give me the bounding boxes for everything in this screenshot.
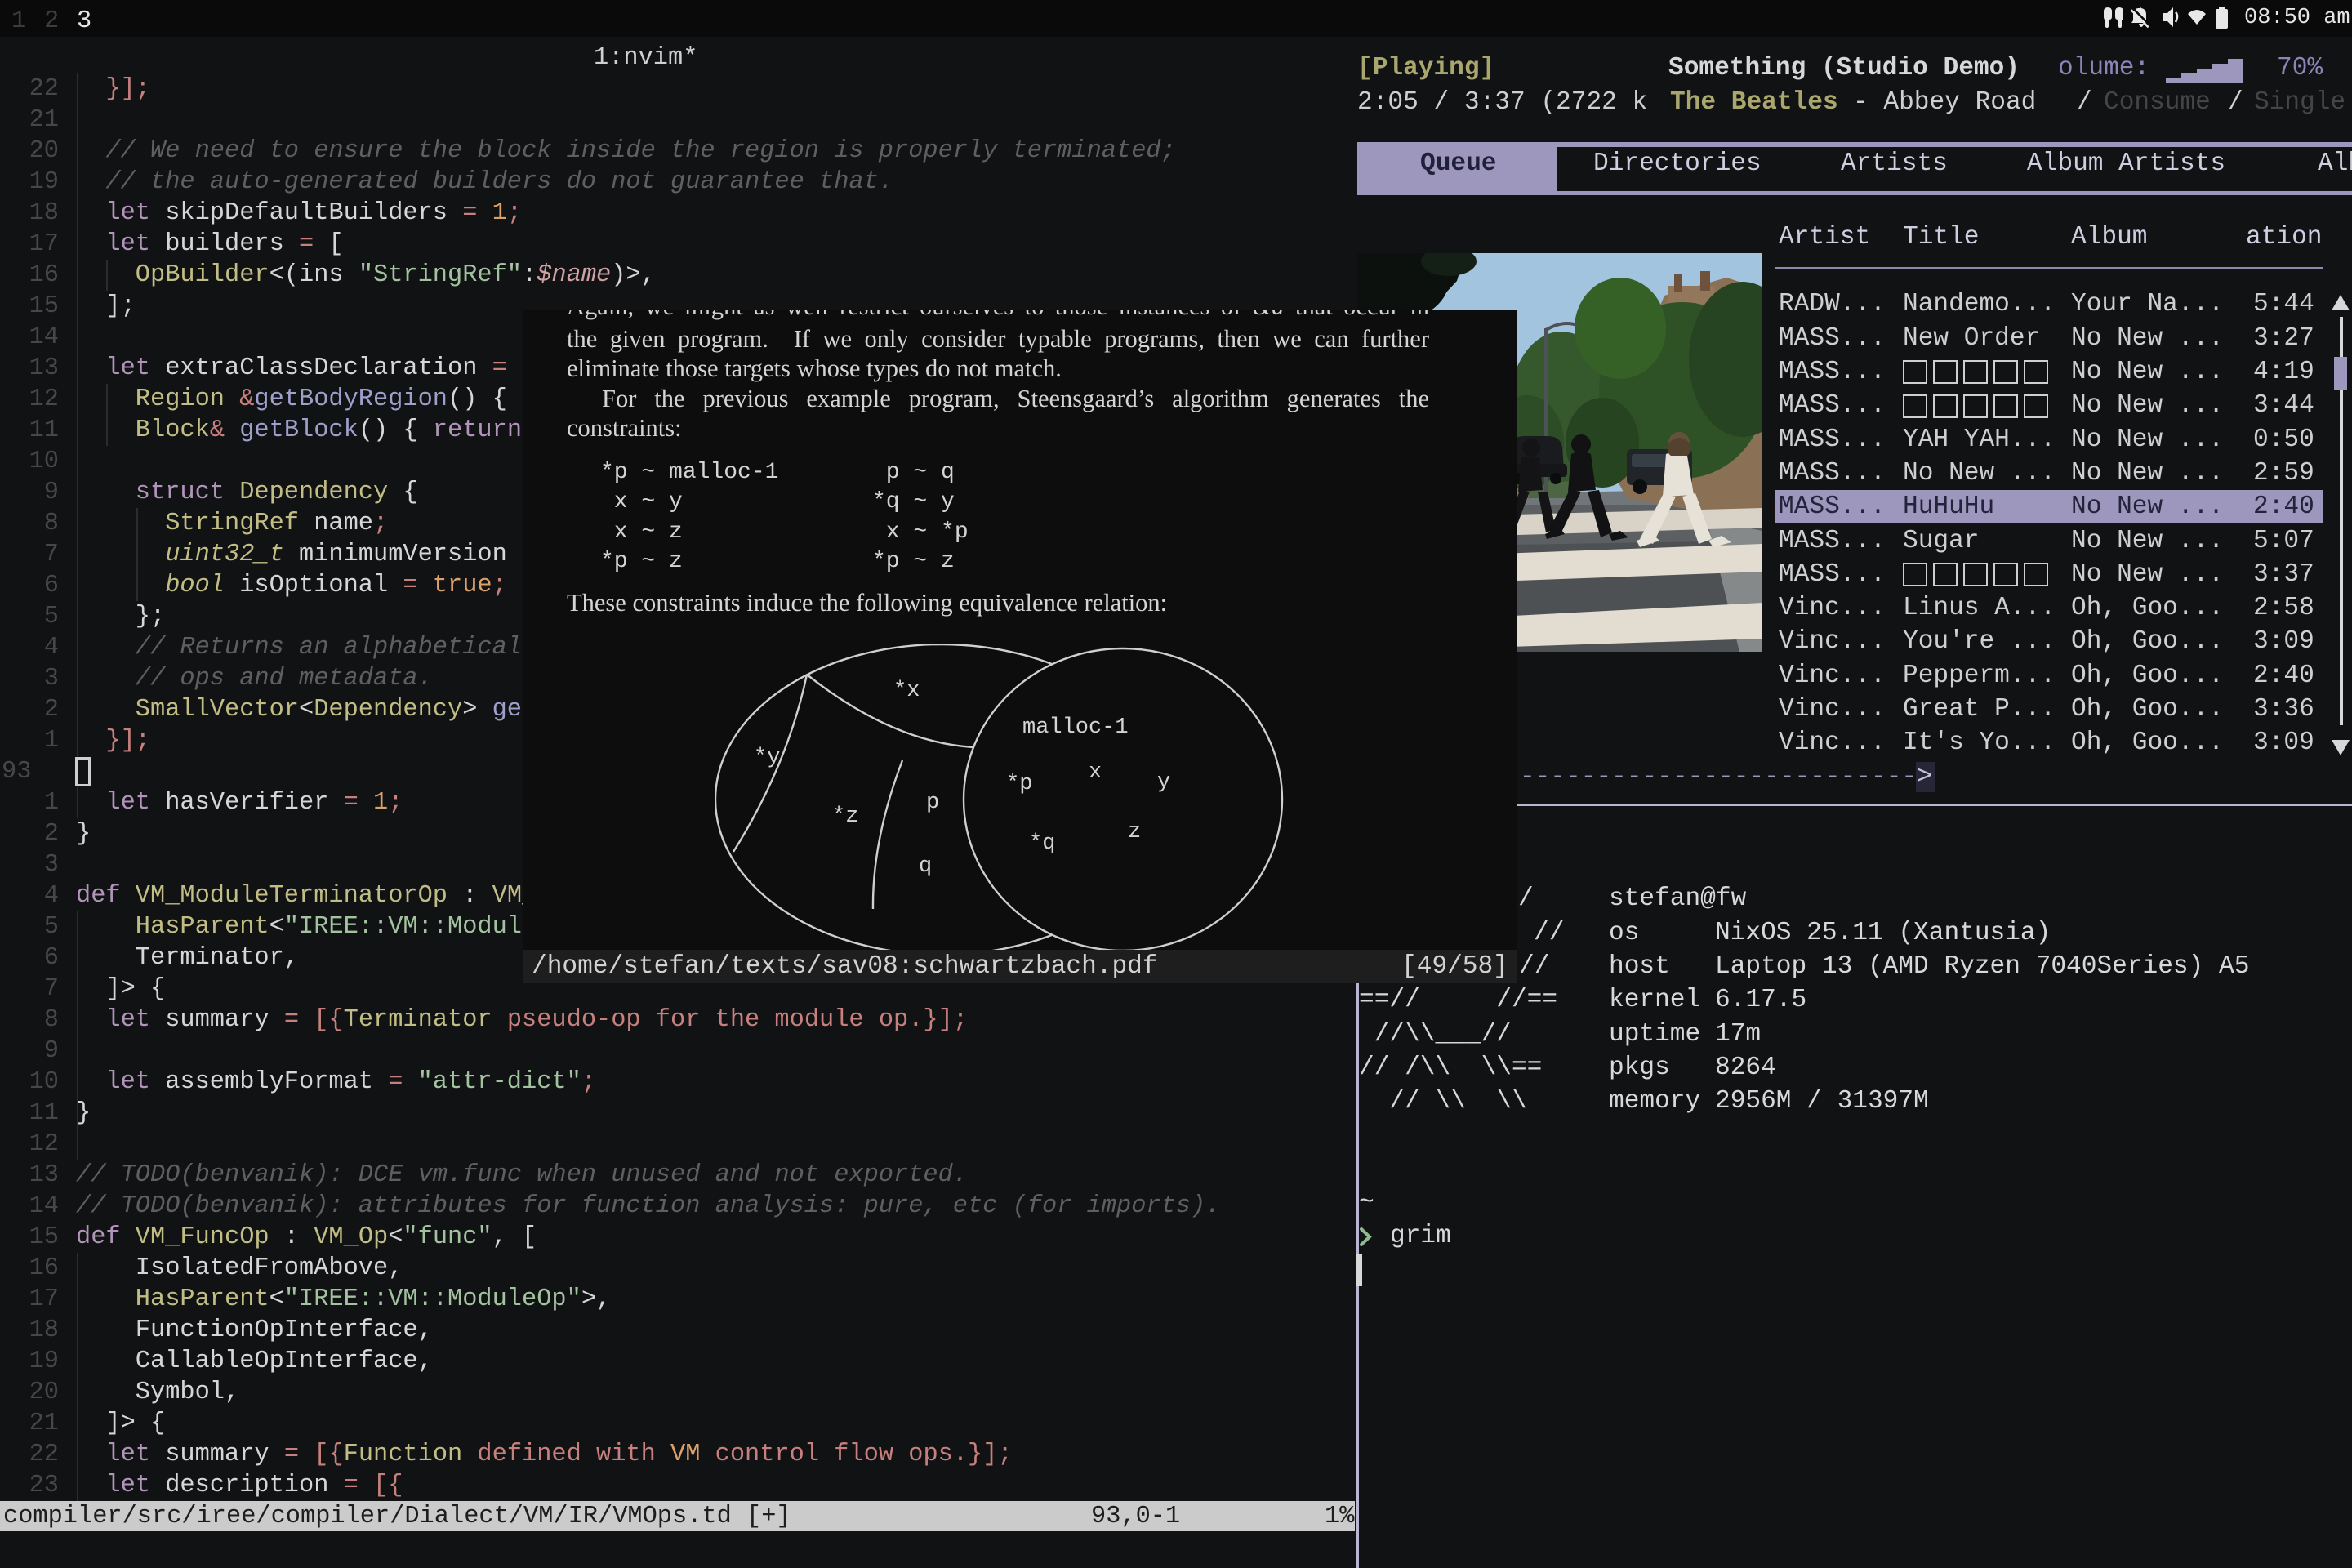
- svg-text:p: p: [926, 791, 939, 815]
- svg-text:z: z: [1128, 820, 1141, 844]
- svg-text:x: x: [1089, 760, 1102, 785]
- svg-text:*z: *z: [832, 804, 858, 829]
- svg-text:malloc-1: malloc-1: [1022, 715, 1129, 740]
- svg-text:q: q: [919, 854, 932, 879]
- svg-text:*y: *y: [754, 746, 780, 770]
- svg-text:*q: *q: [1029, 831, 1055, 856]
- svg-text:y: y: [1157, 770, 1170, 795]
- svg-text:*x: *x: [893, 679, 920, 703]
- svg-text:*p: *p: [1006, 772, 1032, 796]
